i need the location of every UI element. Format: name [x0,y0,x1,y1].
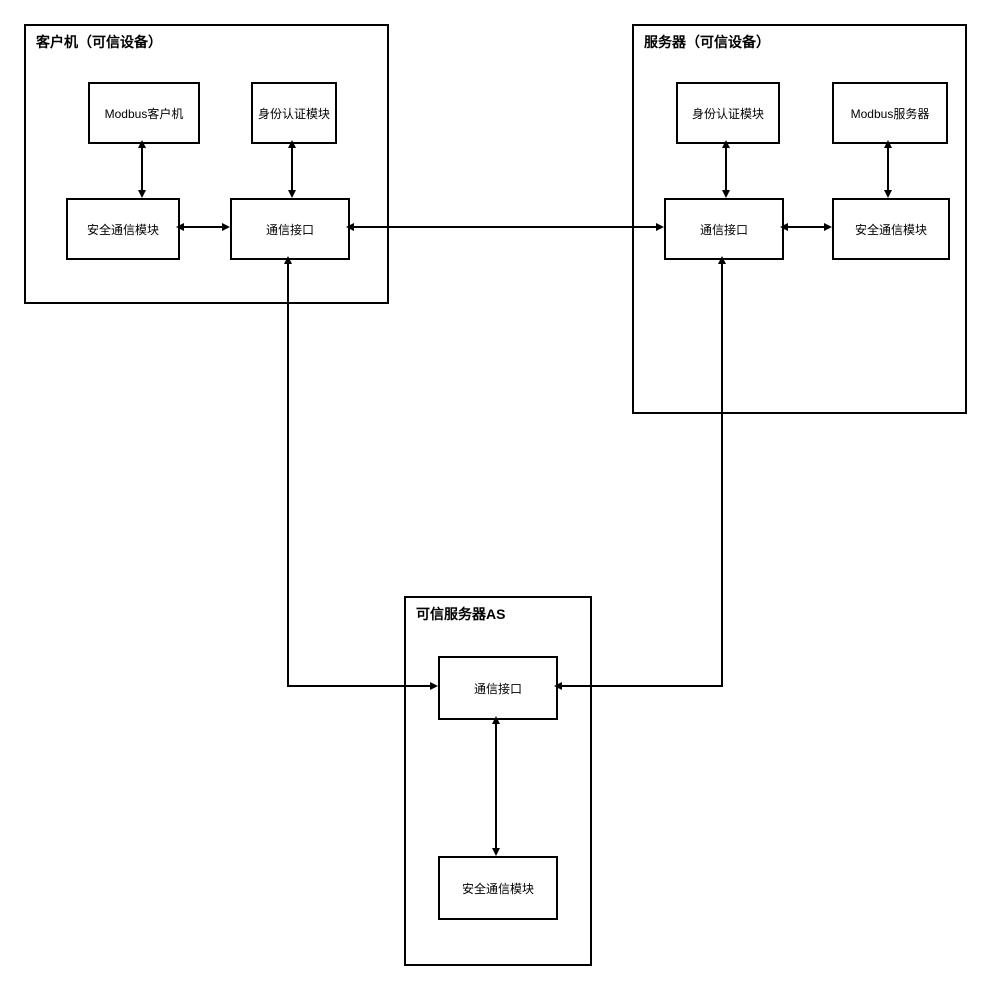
client-modbus-label: Modbus客户机 [105,105,184,122]
server-title: 服务器（可信设备） [644,32,770,52]
server-comm-interface-label: 通信接口 [700,221,748,238]
client-secure-comm-box: 安全通信模块 [66,198,180,260]
server-auth-box: 身份认证模块 [676,82,780,144]
client-auth-box: 身份认证模块 [251,82,337,144]
client-modbus-box: Modbus客户机 [88,82,200,144]
trusted-as-container: 可信服务器AS 通信接口 安全通信模块 [404,596,592,966]
server-auth-label: 身份认证模块 [692,105,764,122]
client-auth-label: 身份认证模块 [258,105,330,122]
client-title: 客户机（可信设备） [36,32,162,52]
trusted-as-comm-interface-label: 通信接口 [474,680,522,697]
server-modbus-box: Modbus服务器 [832,82,948,144]
trusted-as-comm-interface-box: 通信接口 [438,656,558,720]
server-modbus-label: Modbus服务器 [851,105,930,122]
trusted-as-title: 可信服务器AS [416,604,505,624]
client-secure-comm-label: 安全通信模块 [87,221,159,238]
server-container: 服务器（可信设备） 身份认证模块 Modbus服务器 通信接口 安全通信模块 [632,24,967,414]
server-secure-comm-label: 安全通信模块 [855,221,927,238]
client-container: 客户机（可信设备） Modbus客户机 身份认证模块 安全通信模块 通信接口 [24,24,389,304]
trusted-as-secure-comm-label: 安全通信模块 [462,880,534,897]
server-secure-comm-box: 安全通信模块 [832,198,950,260]
trusted-as-secure-comm-box: 安全通信模块 [438,856,558,920]
client-comm-interface-box: 通信接口 [230,198,350,260]
server-comm-interface-box: 通信接口 [664,198,784,260]
client-comm-interface-label: 通信接口 [266,221,314,238]
